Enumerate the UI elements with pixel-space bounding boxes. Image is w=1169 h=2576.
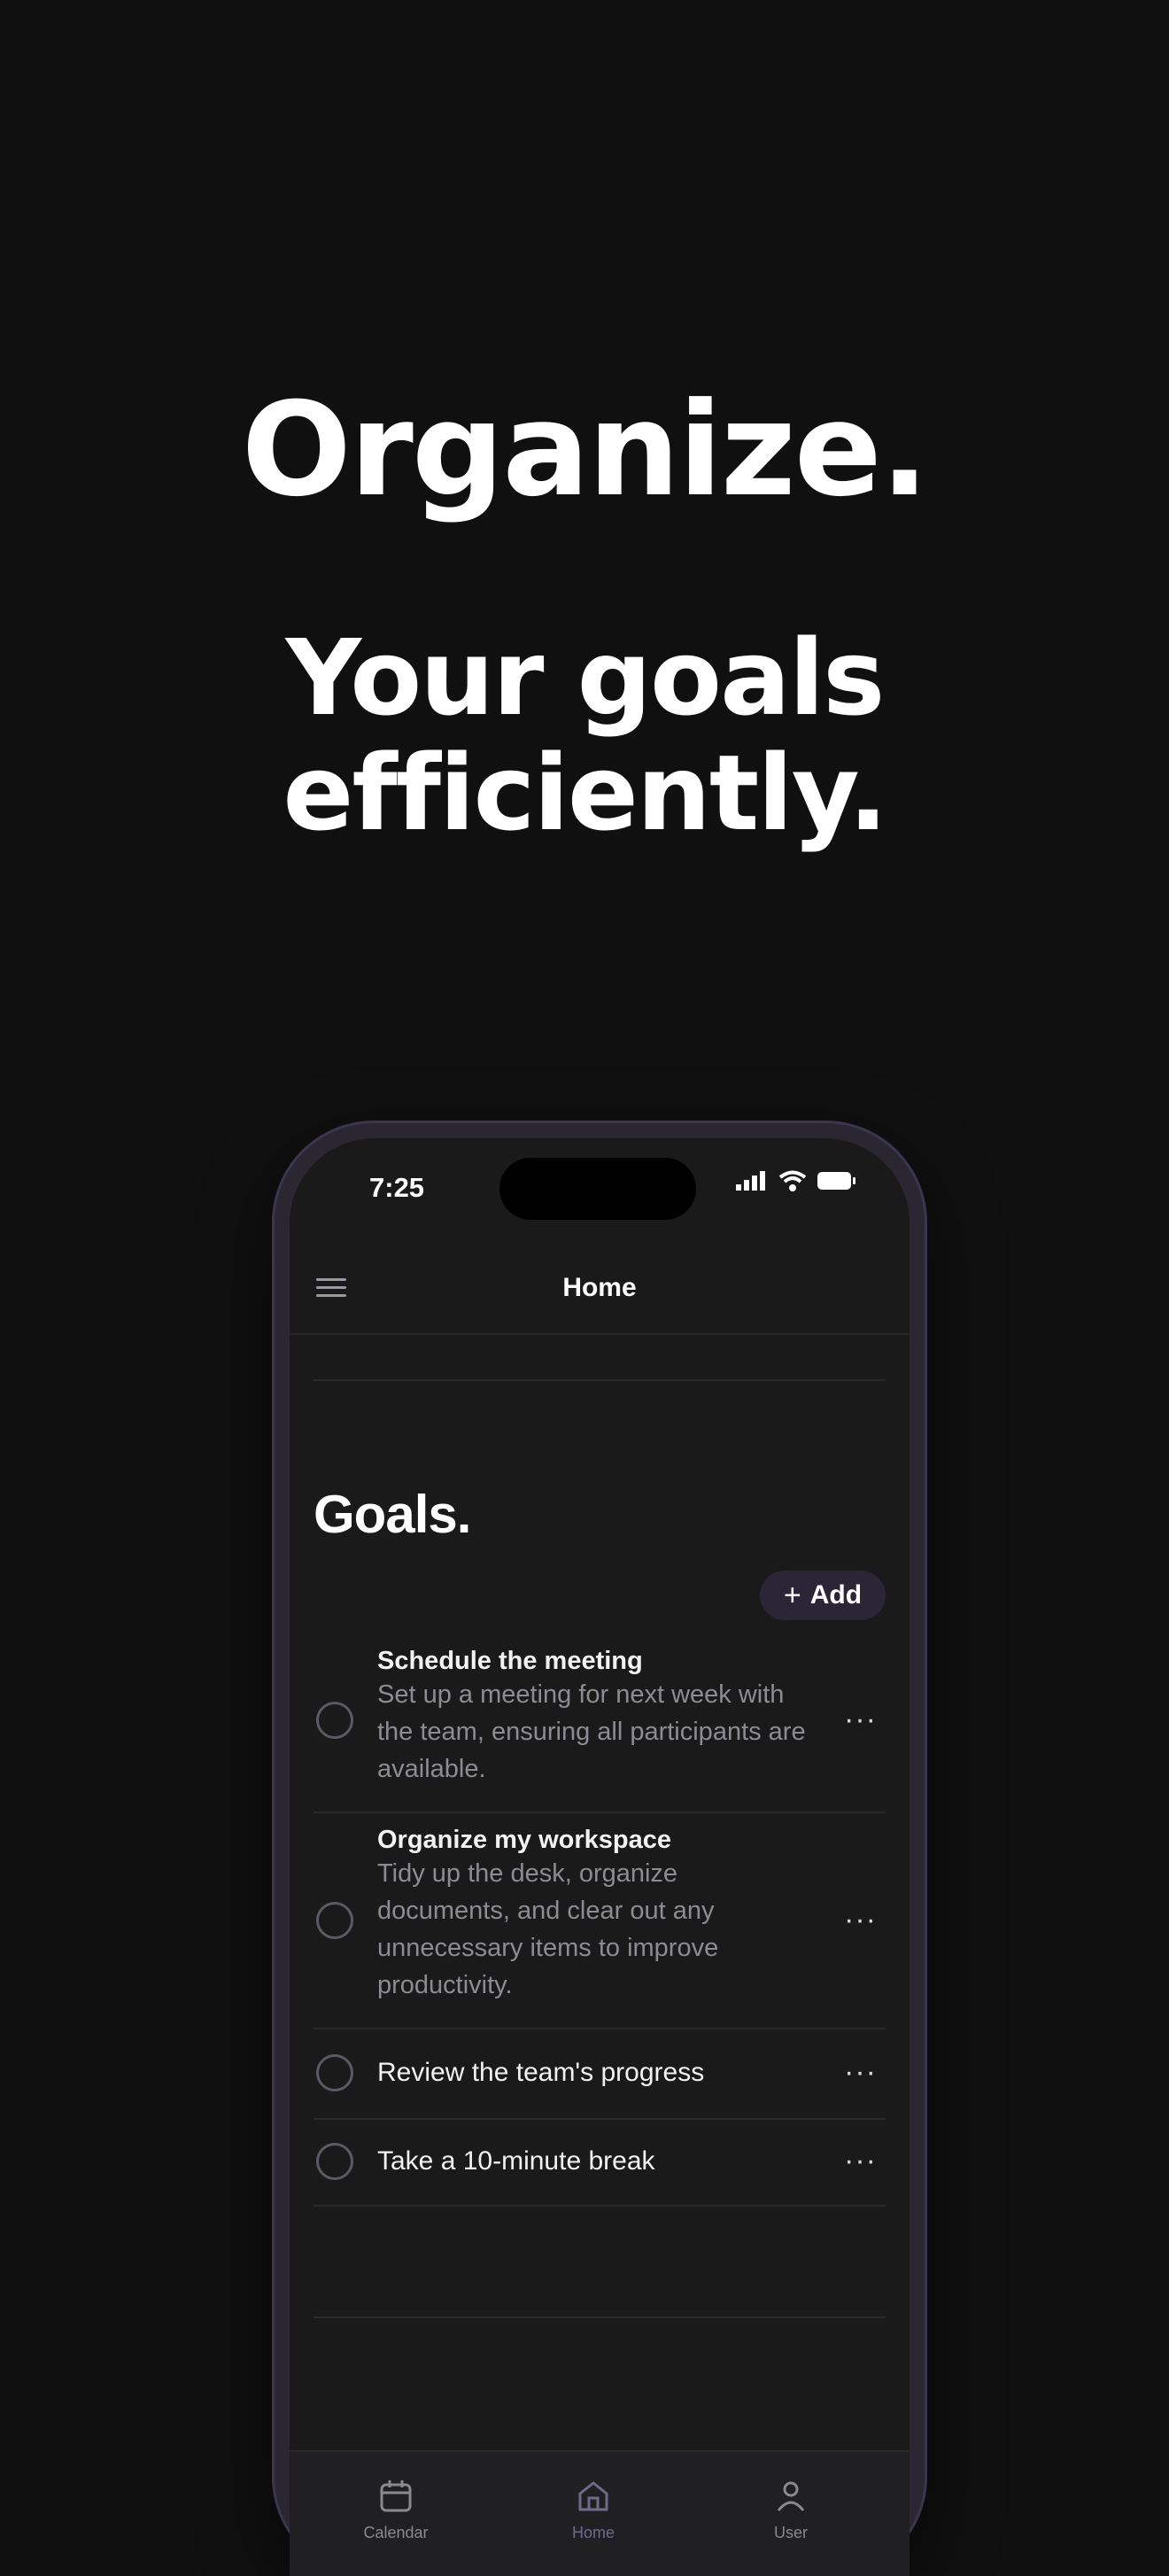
add-button-label: Add [809, 1580, 863, 1610]
tab-label: User [773, 2524, 808, 2541]
home-icon [578, 2481, 608, 2511]
headline-subtitle: Your goals efficiently. [283, 617, 887, 854]
more-options-icon[interactable]: ··· [844, 1905, 877, 1935]
goal-checkbox[interactable] [316, 1902, 353, 1939]
goal-title: Review the team's progress [377, 2058, 705, 2087]
tab-calendar[interactable]: Calendar [325, 2479, 467, 2542]
status-icons [736, 1170, 856, 1191]
goal-description: Tidy up the desk, organize documents, an… [377, 1859, 719, 1999]
battery-icon [817, 1172, 855, 1190]
user-icon [777, 2481, 805, 2511]
wifi-icon [778, 1170, 807, 1191]
calendar-icon [380, 2480, 412, 2512]
more-options-icon[interactable]: ··· [844, 2057, 877, 2087]
divider [314, 1379, 886, 1381]
goals-heading: Goals. [314, 1485, 471, 1544]
tab-label: Calendar [363, 2524, 429, 2541]
tab-home[interactable]: Home [523, 2479, 664, 2542]
goal-title: Schedule the meeting [377, 1647, 643, 1675]
headline-title: Organize. [241, 375, 930, 525]
goal-description: Set up a meeting for next week with the … [377, 1680, 806, 1783]
cellular-signal-icon [736, 1171, 765, 1191]
goal-title: Take a 10-minute break [377, 2146, 655, 2176]
divider [314, 2316, 886, 2318]
goal-item[interactable]: Schedule the meeting Set up a meeting fo… [314, 1634, 886, 1813]
bottom-tab-bar: Calendar Home User [290, 2450, 910, 2576]
goal-checkbox[interactable] [316, 2143, 353, 2180]
status-time: 7:25 [369, 1172, 425, 1203]
goals-list: Schedule the meeting Set up a meeting fo… [314, 1634, 886, 2207]
plus-icon: + [783, 1578, 801, 1612]
goal-title: Organize my workspace [377, 1826, 672, 1854]
goal-item[interactable]: Organize my workspace Tidy up the desk, … [314, 1813, 886, 2029]
nav-title: Home [562, 1273, 637, 1302]
phone-screen: 7:25 Home Goals. + Add Schedule the meet… [290, 1138, 910, 2576]
more-options-icon[interactable]: ··· [844, 1704, 877, 1734]
goal-checkbox[interactable] [316, 1702, 353, 1739]
top-nav-bar: Home [290, 1245, 910, 1335]
tab-label: Home [571, 2524, 615, 2541]
goal-item[interactable]: Take a 10-minute break ··· [314, 2120, 886, 2207]
add-goal-button[interactable]: + Add [760, 1571, 886, 1620]
tab-user[interactable]: User [720, 2479, 862, 2542]
goal-item[interactable]: Review the team's progress ··· [314, 2029, 886, 2120]
more-options-icon[interactable]: ··· [844, 2145, 877, 2176]
goal-checkbox[interactable] [316, 2054, 353, 2091]
phone-mockup: 7:25 Home Goals. + Add Schedule the meet… [275, 1123, 925, 2576]
dynamic-island [499, 1158, 696, 1220]
